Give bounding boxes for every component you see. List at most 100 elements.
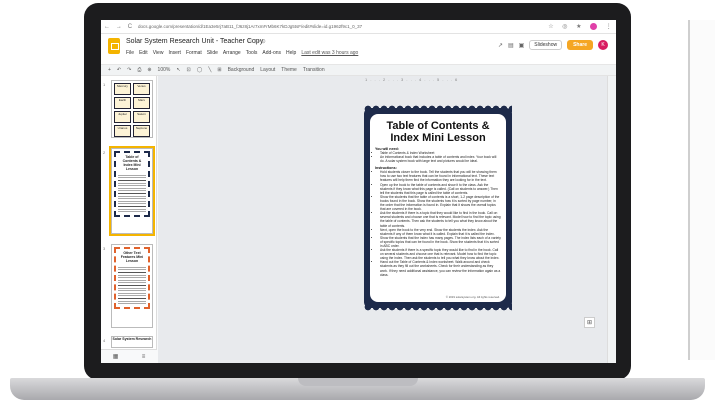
slide-content: Table of Contents & Index Mini Lesson Yo… [370, 114, 506, 302]
shape-icon[interactable]: ◯ [196, 67, 204, 73]
browser-nav: ← → C [101, 24, 135, 30]
menu-file[interactable]: File [126, 50, 134, 56]
avatar[interactable]: K [598, 40, 608, 50]
current-slide[interactable]: Table of Contents & Index Mini Lesson Yo… [364, 105, 512, 311]
slide-number: 1 [103, 82, 106, 87]
menu-bar: File Edit View Insert Format Slide Arran… [126, 50, 358, 56]
mini-slide-border: Table of Contents & Index Mini Lesson [114, 151, 150, 217]
ruler: 1 . . . 2 . . . 3 . . . 4 . . . 5 . . . … [365, 77, 459, 82]
last-edit-link[interactable]: Last edit was 3 hours ago [301, 50, 358, 56]
laptop-notch [298, 378, 418, 386]
forward-icon[interactable]: → [116, 24, 122, 30]
back-icon[interactable]: ← [104, 24, 110, 30]
menu-edit[interactable]: Edit [139, 50, 148, 56]
list-item: Hold students closer to the book. Tell t… [380, 170, 501, 182]
slide-filmstrip: 1 Mercury Venus Earth Mars Jupiter Satur… [101, 76, 157, 363]
editing-toolbar: + ↶ ↷ ⎙ ⊕ 100% ↖ ⊡ ◯ ╲ ⊞ Background Layo… [101, 64, 616, 76]
planet-card: Jupiter [114, 111, 131, 123]
planet-card: Venus [133, 83, 150, 95]
menu-insert[interactable]: Insert [168, 50, 181, 56]
side-panel-rail [607, 76, 616, 363]
extension-star-icon[interactable]: ★ [576, 23, 581, 30]
mini-slide-title: Other Text Features Mini Lesson [120, 251, 144, 263]
comments-icon[interactable]: ▤ [508, 42, 514, 49]
planet-card: Mars [133, 97, 150, 109]
menu-slide[interactable]: Slide [207, 50, 218, 56]
share-button[interactable]: Share [567, 40, 593, 50]
explore-icon[interactable]: ⊞ [584, 317, 595, 328]
mini-slide-title: Solar System Research [112, 337, 152, 341]
planet-card: Saturn [133, 111, 150, 123]
line-icon[interactable]: ╲ [207, 67, 212, 73]
select-icon[interactable]: ↖ [175, 67, 181, 73]
layout-button[interactable]: Layout [259, 67, 276, 73]
slides-logo-icon[interactable] [108, 38, 120, 54]
scallop-border-bottom [364, 303, 512, 311]
list-item: Ask the students if there is a topic tha… [380, 211, 501, 227]
list-item: Ask the students if there is a specific … [380, 248, 501, 260]
slide-thumbnail-2[interactable]: Table of Contents & Index Mini Lesson [109, 146, 155, 236]
menu-arrange[interactable]: Arrange [223, 50, 241, 56]
document-title[interactable]: Solar System Research Unit - Teacher Cop… [126, 38, 263, 45]
mini-slide-border: Other Text Features Mini Lesson [114, 247, 150, 309]
menu-help[interactable]: Help [286, 50, 296, 56]
new-slide-icon[interactable]: + [107, 67, 112, 73]
slide-footer: © 2019 solarsystem.org. All rights reser… [445, 295, 500, 299]
undo-icon[interactable]: ↶ [116, 67, 122, 73]
theme-button[interactable]: Theme [280, 67, 298, 73]
menu-view[interactable]: View [153, 50, 164, 56]
background-device-edge [688, 20, 715, 360]
list-item: Hand out the Table of Contents & Index w… [380, 260, 501, 276]
bookmark-star-icon[interactable]: ☆ [548, 23, 553, 30]
slides-header: Solar System Research Unit - Teacher Cop… [101, 34, 616, 64]
list-item: Open up the book to the table of content… [380, 183, 501, 195]
transition-button[interactable]: Transition [302, 67, 326, 73]
list-item: Show the students that the table of cont… [380, 195, 501, 211]
list-item: Show the students that the index has man… [380, 236, 501, 248]
print-icon[interactable]: ⎙ [136, 67, 142, 73]
reload-icon[interactable]: C [128, 24, 132, 30]
slide-canvas[interactable]: 1 . . . 2 . . . 3 . . . 4 . . . 5 . . . … [158, 76, 616, 363]
planet-card: Earth [114, 97, 131, 109]
scallop-border-top [364, 105, 512, 113]
activity-icon[interactable]: ↗ [498, 42, 503, 49]
textbox-icon[interactable]: ⊡ [186, 67, 192, 73]
slide-title[interactable]: Table of Contents & Index Mini Lesson [375, 120, 501, 144]
list-view-icon[interactable]: ≡ [142, 354, 146, 360]
menu-format[interactable]: Format [186, 50, 202, 56]
present-icon[interactable]: ▣ [519, 42, 525, 49]
redo-icon[interactable]: ↷ [126, 67, 132, 73]
slide-number: 4 [103, 338, 106, 343]
filmstrip-controls: ▦ ≡ [101, 349, 157, 363]
insert-image-icon[interactable]: ⊞ [216, 67, 222, 73]
planet-card: Neptune [133, 125, 150, 137]
slide-thumbnail-1[interactable]: Mercury Venus Earth Mars Jupiter Saturn … [111, 80, 153, 138]
instructions-list: Hold students closer to the book. Tell t… [375, 170, 501, 276]
mini-slide-title: Table of Contents & Index Mini Lesson [122, 155, 142, 171]
slide-thumbnail-3[interactable]: Other Text Features Mini Lesson [111, 244, 153, 328]
planet-card: Mercury [114, 83, 131, 95]
url-field[interactable]: docs.google.com/presentation/d/1Ea3e5rj7… [135, 24, 544, 29]
mini-slide-text [118, 265, 146, 305]
extension-icons: ☆ ◎ ★ ⋮ [544, 23, 616, 30]
list-item: Next, open the book to the very end. Sho… [380, 228, 501, 236]
zoom-icon[interactable]: ⊕ [146, 67, 152, 73]
needs-list: Table of Contents & Index Worksheet An i… [375, 151, 501, 163]
slide-thumbnail-4[interactable]: Solar System Research [111, 336, 153, 348]
menu-addons[interactable]: Add-ons [262, 50, 281, 56]
zoom-level[interactable]: 100% [157, 67, 172, 73]
profile-icon[interactable] [590, 23, 598, 30]
slideshow-button[interactable]: Slideshow [529, 40, 563, 50]
laptop-screen: ← → C docs.google.com/presentation/d/1Ea… [101, 20, 616, 363]
planet-grid: Mercury Venus Earth Mars Jupiter Saturn … [112, 81, 152, 139]
grid-view-icon[interactable]: ▦ [113, 353, 119, 360]
browser-address-bar: ← → C docs.google.com/presentation/d/1Ea… [101, 20, 616, 34]
header-actions: ↗ ▤ ▣ Slideshow Share K [498, 40, 608, 50]
title-star-move-icons[interactable]: ☆ ⊞ ⊙ [247, 38, 266, 45]
planet-card: Uranus [114, 125, 131, 137]
extension-icon[interactable]: ◎ [562, 23, 567, 30]
browser-menu-icon[interactable]: ⋮ [606, 23, 612, 30]
menu-tools[interactable]: Tools [246, 50, 258, 56]
mini-slide-text [118, 173, 146, 213]
background-button[interactable]: Background [227, 67, 256, 73]
